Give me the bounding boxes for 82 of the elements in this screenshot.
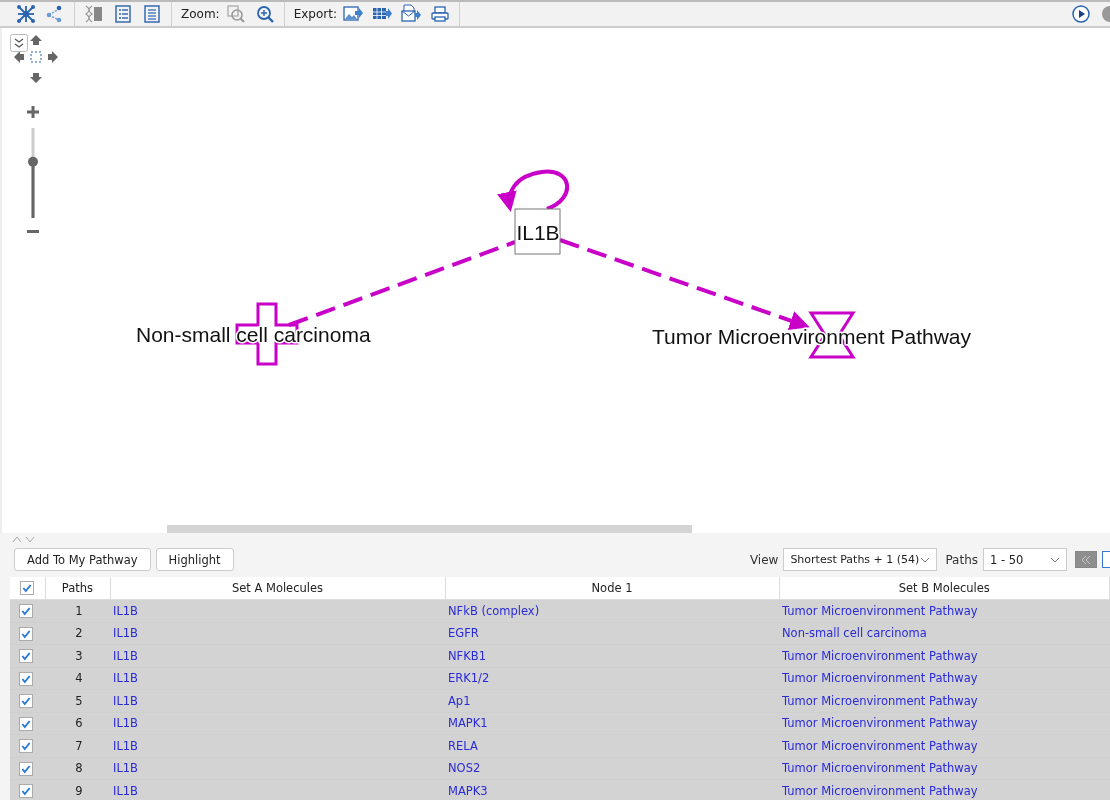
action-button[interactable]: Highlight [155, 548, 234, 571]
export-label: Export: [293, 7, 337, 21]
row-checkbox[interactable] [19, 716, 33, 731]
row-checkbox[interactable] [19, 626, 33, 641]
select-all-checkbox[interactable] [20, 581, 35, 596]
molecule-link[interactable]: NFKB1 [448, 648, 486, 663]
zoom-label: Zoom: [181, 7, 220, 21]
molecule-link[interactable]: ERK1/2 [448, 671, 490, 686]
row-checkbox[interactable] [19, 761, 33, 776]
molecule-link[interactable]: IL1B [113, 648, 138, 663]
molecule-link[interactable]: IL1B [113, 671, 138, 686]
first-page-button[interactable] [1075, 551, 1097, 568]
path-number: 5 [75, 693, 83, 708]
view-label: View [749, 552, 779, 567]
column-header[interactable]: Paths [45, 577, 110, 600]
zoom-fit-icon[interactable] [225, 4, 246, 24]
zoom-minus-icon[interactable] [27, 230, 39, 234]
molecule-link[interactable]: MAPK1 [448, 716, 488, 731]
table-row[interactable]: 9 IL1B MAPK3 Tumor Microenvironment Pathway [10, 779, 1110, 800]
path-number: 3 [75, 648, 83, 663]
node-box[interactable] [514, 208, 561, 255]
molecule-link[interactable]: Ap1 [448, 693, 471, 708]
row-checkbox[interactable] [19, 694, 33, 708]
table-row[interactable]: 3 IL1B NFKB1 Tumor Microenvironment Pathway [10, 644, 1110, 667]
paths-dropdown[interactable]: 1 - 50 [983, 548, 1067, 571]
row-checkbox[interactable] [19, 784, 33, 798]
path-number: 9 [75, 783, 83, 798]
table-icon[interactable] [142, 4, 162, 24]
path-number: 6 [75, 716, 83, 731]
path-number: 2 [75, 626, 83, 641]
collapse-icon[interactable] [10, 34, 28, 52]
row-checkbox[interactable] [19, 739, 33, 753]
path-number: 8 [75, 761, 83, 776]
self-loop-arrow [497, 169, 569, 212]
caret-icon [920, 556, 931, 563]
mail-export-icon[interactable] [400, 4, 421, 24]
row-checkbox[interactable] [19, 649, 33, 663]
row-checkbox[interactable] [19, 604, 33, 618]
image-export-icon[interactable] [342, 4, 363, 24]
help-icon[interactable] [1100, 4, 1110, 24]
molecule-link[interactable]: IL1B [113, 738, 138, 753]
table-row[interactable]: 1 IL1B NFkB (complex) Tumor Microenvironment Pathway [10, 599, 1110, 622]
path-number: 4 [75, 671, 83, 686]
column-header[interactable]: Set B Molecules [779, 577, 1110, 600]
pan-control-icon[interactable] [13, 34, 59, 84]
scrollbar-thumb[interactable] [167, 525, 692, 533]
table-row[interactable]: 5 IL1B Ap1 Tumor Microenvironment Pathway [10, 689, 1110, 712]
row-checkbox[interactable] [19, 671, 33, 686]
molecule-link[interactable]: NOS2 [448, 761, 481, 776]
table-row[interactable]: 2 IL1B EGFR Non-small cell carcinoma [10, 622, 1110, 645]
column-header[interactable]: Set A Molecules [110, 577, 445, 600]
caret-icon [1050, 556, 1060, 563]
molecule-link[interactable]: IL1B [113, 693, 138, 708]
print-icon[interactable] [429, 4, 450, 24]
table-row[interactable]: 8 IL1B NOS2 Tumor Microenvironment Pathway [10, 757, 1110, 780]
action-button[interactable]: Add To My Pathway [14, 548, 151, 571]
molecule-link[interactable]: RELA [448, 738, 478, 753]
table-row[interactable]: 7 IL1B RELA Tumor Microenvironment Pathway [10, 734, 1110, 757]
molecule-link[interactable]: IL1B [113, 603, 138, 618]
molecule-link[interactable]: EGFR [448, 626, 479, 641]
zoom-slider[interactable] [26, 128, 40, 218]
molecule-link[interactable]: NFkB (complex) [448, 603, 540, 618]
path-number: 7 [75, 738, 83, 753]
table-row[interactable]: 6 IL1B MAPK1 Tumor Microenvironment Pathway [10, 712, 1110, 735]
molecule-link[interactable]: IL1B [113, 783, 138, 798]
network-icon[interactable] [16, 4, 36, 24]
molecule-link[interactable]: IL1B [113, 716, 138, 731]
view-dropdown[interactable]: Shortest Paths + 1 (54) [783, 548, 938, 571]
dna-list-icon[interactable] [84, 4, 104, 24]
double-chevron-icon [1080, 553, 1092, 566]
play-icon[interactable] [1071, 4, 1091, 24]
zoom-plus-icon[interactable] [27, 106, 39, 118]
column-header[interactable]: Node 1 [445, 577, 779, 600]
table-row[interactable]: 4 IL1B ERK1/2 Tumor Microenvironment Pathway [10, 667, 1110, 690]
paths-label: Paths [945, 552, 978, 567]
molecule-link[interactable]: IL1B [113, 761, 138, 776]
molecule-link[interactable]: IL1B [113, 626, 138, 641]
node-label: IL1B [516, 221, 560, 244]
zoom-in-icon[interactable] [254, 4, 275, 24]
list-icon[interactable] [113, 4, 133, 24]
molecule-link[interactable]: MAPK3 [448, 783, 488, 798]
path-number: 1 [75, 603, 83, 618]
